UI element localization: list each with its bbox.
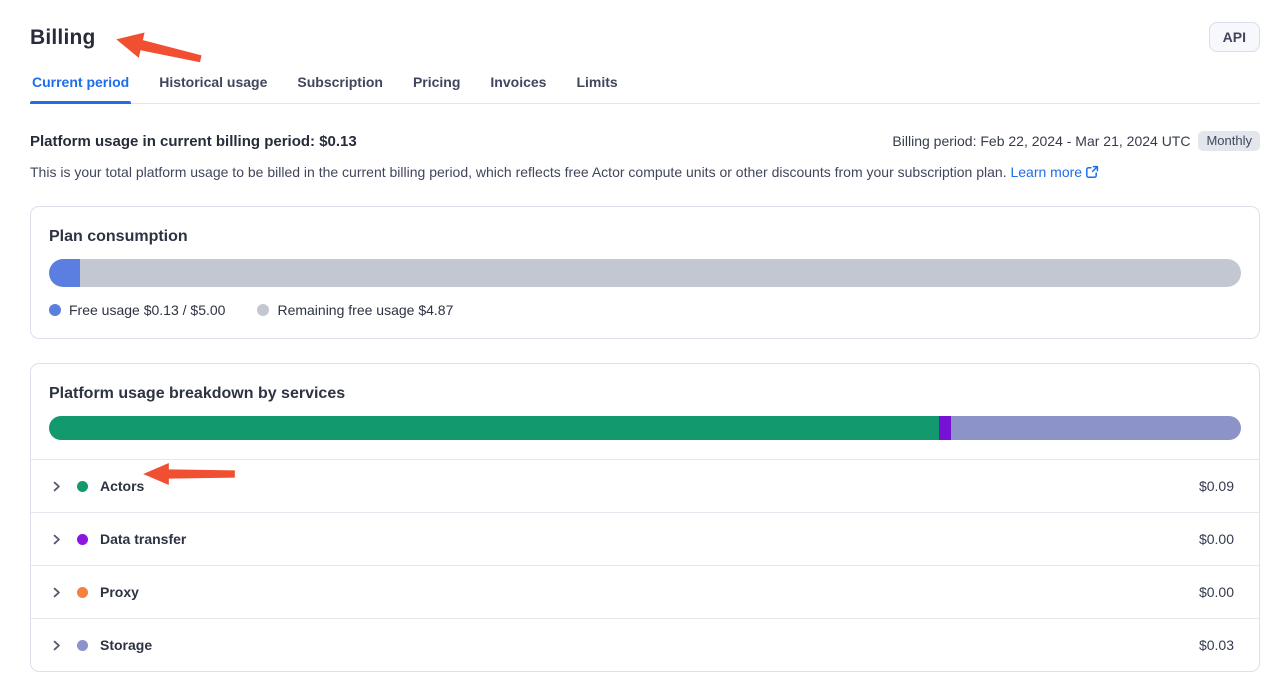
external-link-icon <box>1085 165 1099 182</box>
storage-bar-segment <box>951 416 1241 440</box>
legend-label: Free usage $0.13 / $5.00 <box>69 302 225 318</box>
usage-breakdown-card: Platform usage breakdown by services Act… <box>30 363 1260 672</box>
tab-subscription[interactable]: Subscription <box>295 74 385 103</box>
billing-tabs: Current period Historical usage Subscrip… <box>30 74 1260 104</box>
plan-consumption-bar <box>49 259 1241 287</box>
data-transfer-dot-icon <box>77 534 88 545</box>
plan-consumption-title: Plan consumption <box>49 228 1241 246</box>
billing-cycle-badge: Monthly <box>1198 131 1260 151</box>
legend-item-free-usage: Free usage $0.13 / $5.00 <box>49 302 225 318</box>
usage-heading: Platform usage in current billing period… <box>30 133 357 150</box>
legend-label: Remaining free usage $4.87 <box>277 302 453 318</box>
billing-period-text: Billing period: Feb 22, 2024 - Mar 21, 2… <box>892 133 1190 149</box>
service-label: Storage <box>100 637 152 653</box>
usage-breakdown-title: Platform usage breakdown by services <box>49 385 1241 403</box>
api-button[interactable]: API <box>1209 22 1260 52</box>
data-transfer-bar-segment <box>939 416 951 440</box>
actors-bar-segment <box>49 416 939 440</box>
free-usage-bar-segment <box>49 259 80 287</box>
usage-summary: Platform usage in current billing period… <box>30 131 1260 151</box>
service-label: Actors <box>100 478 144 494</box>
billing-page: Billing API Current period Historical us… <box>0 0 1275 672</box>
remaining-usage-dot-icon <box>257 304 269 316</box>
page-title: Billing <box>30 26 96 50</box>
usage-breakdown-bar <box>49 416 1241 440</box>
tab-current-period[interactable]: Current period <box>30 74 131 103</box>
tab-limits[interactable]: Limits <box>574 74 619 103</box>
plan-consumption-card: Plan consumption Free usage $0.13 / $5.0… <box>30 206 1260 339</box>
usage-description: This is your total platform usage to be … <box>30 164 1260 182</box>
usage-description-text: This is your total platform usage to be … <box>30 164 1007 180</box>
service-row-data-transfer[interactable]: Data transfer $0.00 <box>31 512 1259 565</box>
service-value: $0.00 <box>1199 584 1234 600</box>
service-value: $0.09 <box>1199 478 1234 494</box>
billing-period: Billing period: Feb 22, 2024 - Mar 21, 2… <box>892 131 1260 151</box>
chevron-right-icon <box>50 479 64 493</box>
service-label: Data transfer <box>100 531 186 547</box>
storage-dot-icon <box>77 640 88 651</box>
actors-dot-icon <box>77 481 88 492</box>
service-row-storage[interactable]: Storage $0.03 <box>31 618 1259 671</box>
free-usage-dot-icon <box>49 304 61 316</box>
service-rows: Actors $0.09 Data transfer $0.00 Proxy $… <box>31 459 1259 671</box>
chevron-right-icon <box>50 638 64 652</box>
legend-item-remaining-usage: Remaining free usage $4.87 <box>257 302 453 318</box>
chevron-right-icon <box>50 532 64 546</box>
plan-consumption-legend: Free usage $0.13 / $5.00 Remaining free … <box>49 302 1241 338</box>
page-header: Billing API <box>30 26 1260 52</box>
tab-historical-usage[interactable]: Historical usage <box>157 74 269 103</box>
service-value: $0.00 <box>1199 531 1234 547</box>
learn-more-link[interactable]: Learn more <box>1010 164 1099 180</box>
proxy-dot-icon <box>77 587 88 598</box>
tab-invoices[interactable]: Invoices <box>488 74 548 103</box>
service-row-actors[interactable]: Actors $0.09 <box>31 459 1259 512</box>
chevron-right-icon <box>50 585 64 599</box>
tab-pricing[interactable]: Pricing <box>411 74 462 103</box>
service-row-proxy[interactable]: Proxy $0.00 <box>31 565 1259 618</box>
service-label: Proxy <box>100 584 139 600</box>
service-value: $0.03 <box>1199 637 1234 653</box>
